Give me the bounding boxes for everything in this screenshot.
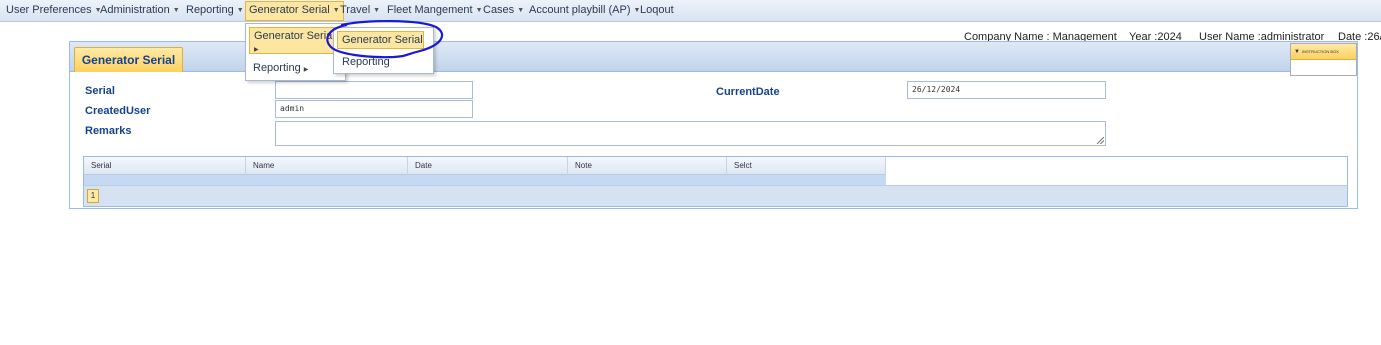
serial-input[interactable]: [275, 81, 473, 99]
dropdown-item-label: Reporting: [253, 62, 301, 74]
generator-serial-dropdown: Generator Serial ▶ Reporting ▶: [245, 23, 346, 81]
grid-header: Serial Name Date Note Selct: [84, 157, 886, 175]
dropdown-item-label: Generator Serial: [254, 30, 335, 42]
submenu-arrow-icon: ▶: [254, 47, 259, 53]
menu-cases[interactable]: Cases ▼: [480, 1, 527, 21]
chevron-down-icon: ▼: [373, 7, 381, 14]
submenu-item-generator-serial[interactable]: Generator Serial: [337, 31, 424, 49]
dropdown-item-generator-serial[interactable]: Generator Serial ▶: [249, 27, 343, 54]
serial-grid: Serial Name Date Note Selct 1: [83, 156, 1348, 207]
serial-label: Serial: [85, 85, 115, 97]
instruction-box-title: INSTRUCTION BOX: [1301, 49, 1339, 54]
chevron-down-icon: ▼: [172, 7, 180, 14]
top-menu-bar: User Preferences ▼ Administration ▼ Report…: [0, 0, 1381, 22]
menu-generator-serial[interactable]: Generator Serial ▼: [245, 1, 344, 21]
menu-logout[interactable]: Loqout: [637, 1, 677, 21]
column-header-serial[interactable]: Serial: [84, 157, 246, 175]
menu-administration[interactable]: Administration ▼: [97, 1, 183, 21]
chevron-down-icon: ▼: [236, 7, 244, 14]
submenu-item-reporting[interactable]: Reporting: [342, 56, 390, 68]
remarks-textarea[interactable]: [275, 121, 1106, 146]
created-user-input[interactable]: admin: [275, 100, 473, 118]
column-header-name[interactable]: Name: [246, 157, 408, 175]
menu-reporting[interactable]: Reporting ▼: [183, 1, 247, 21]
remarks-label: Remarks: [85, 125, 132, 137]
instruction-box-header[interactable]: ▼ INSTRUCTION BOX: [1291, 44, 1356, 60]
page-button-current[interactable]: 1: [87, 189, 99, 203]
tab-generator-serial[interactable]: Generator Serial: [74, 47, 183, 72]
generator-serial-submenu: Generator Serial Reporting: [333, 27, 434, 74]
column-header-selct[interactable]: Selct: [727, 157, 886, 175]
grid-pager: 1: [84, 185, 1347, 206]
created-user-label: CreatedUser: [85, 105, 151, 117]
menu-travel[interactable]: Travel ▼: [337, 1, 383, 21]
instruction-box: ▼ INSTRUCTION BOX: [1290, 43, 1357, 76]
column-header-date[interactable]: Date: [408, 157, 568, 175]
table-row[interactable]: [84, 175, 886, 185]
triangle-down-icon: ▼: [1294, 49, 1300, 55]
submenu-arrow-icon: ▶: [303, 67, 309, 73]
dropdown-item-reporting[interactable]: Reporting ▶: [253, 62, 308, 74]
resize-grip-icon[interactable]: [1097, 137, 1104, 144]
menu-account-playbill[interactable]: Account playbill (AP) ▼: [526, 1, 643, 21]
chevron-down-icon: ▼: [517, 7, 525, 14]
column-header-note[interactable]: Note: [568, 157, 727, 175]
current-date-input[interactable]: 26/12/2024: [907, 81, 1106, 99]
current-date-label: CurrentDate: [716, 86, 780, 98]
menu-fleet-mangement[interactable]: Fleet Mangement ▼: [384, 1, 486, 21]
menu-user-preferences[interactable]: User Preferences ▼: [3, 1, 105, 21]
